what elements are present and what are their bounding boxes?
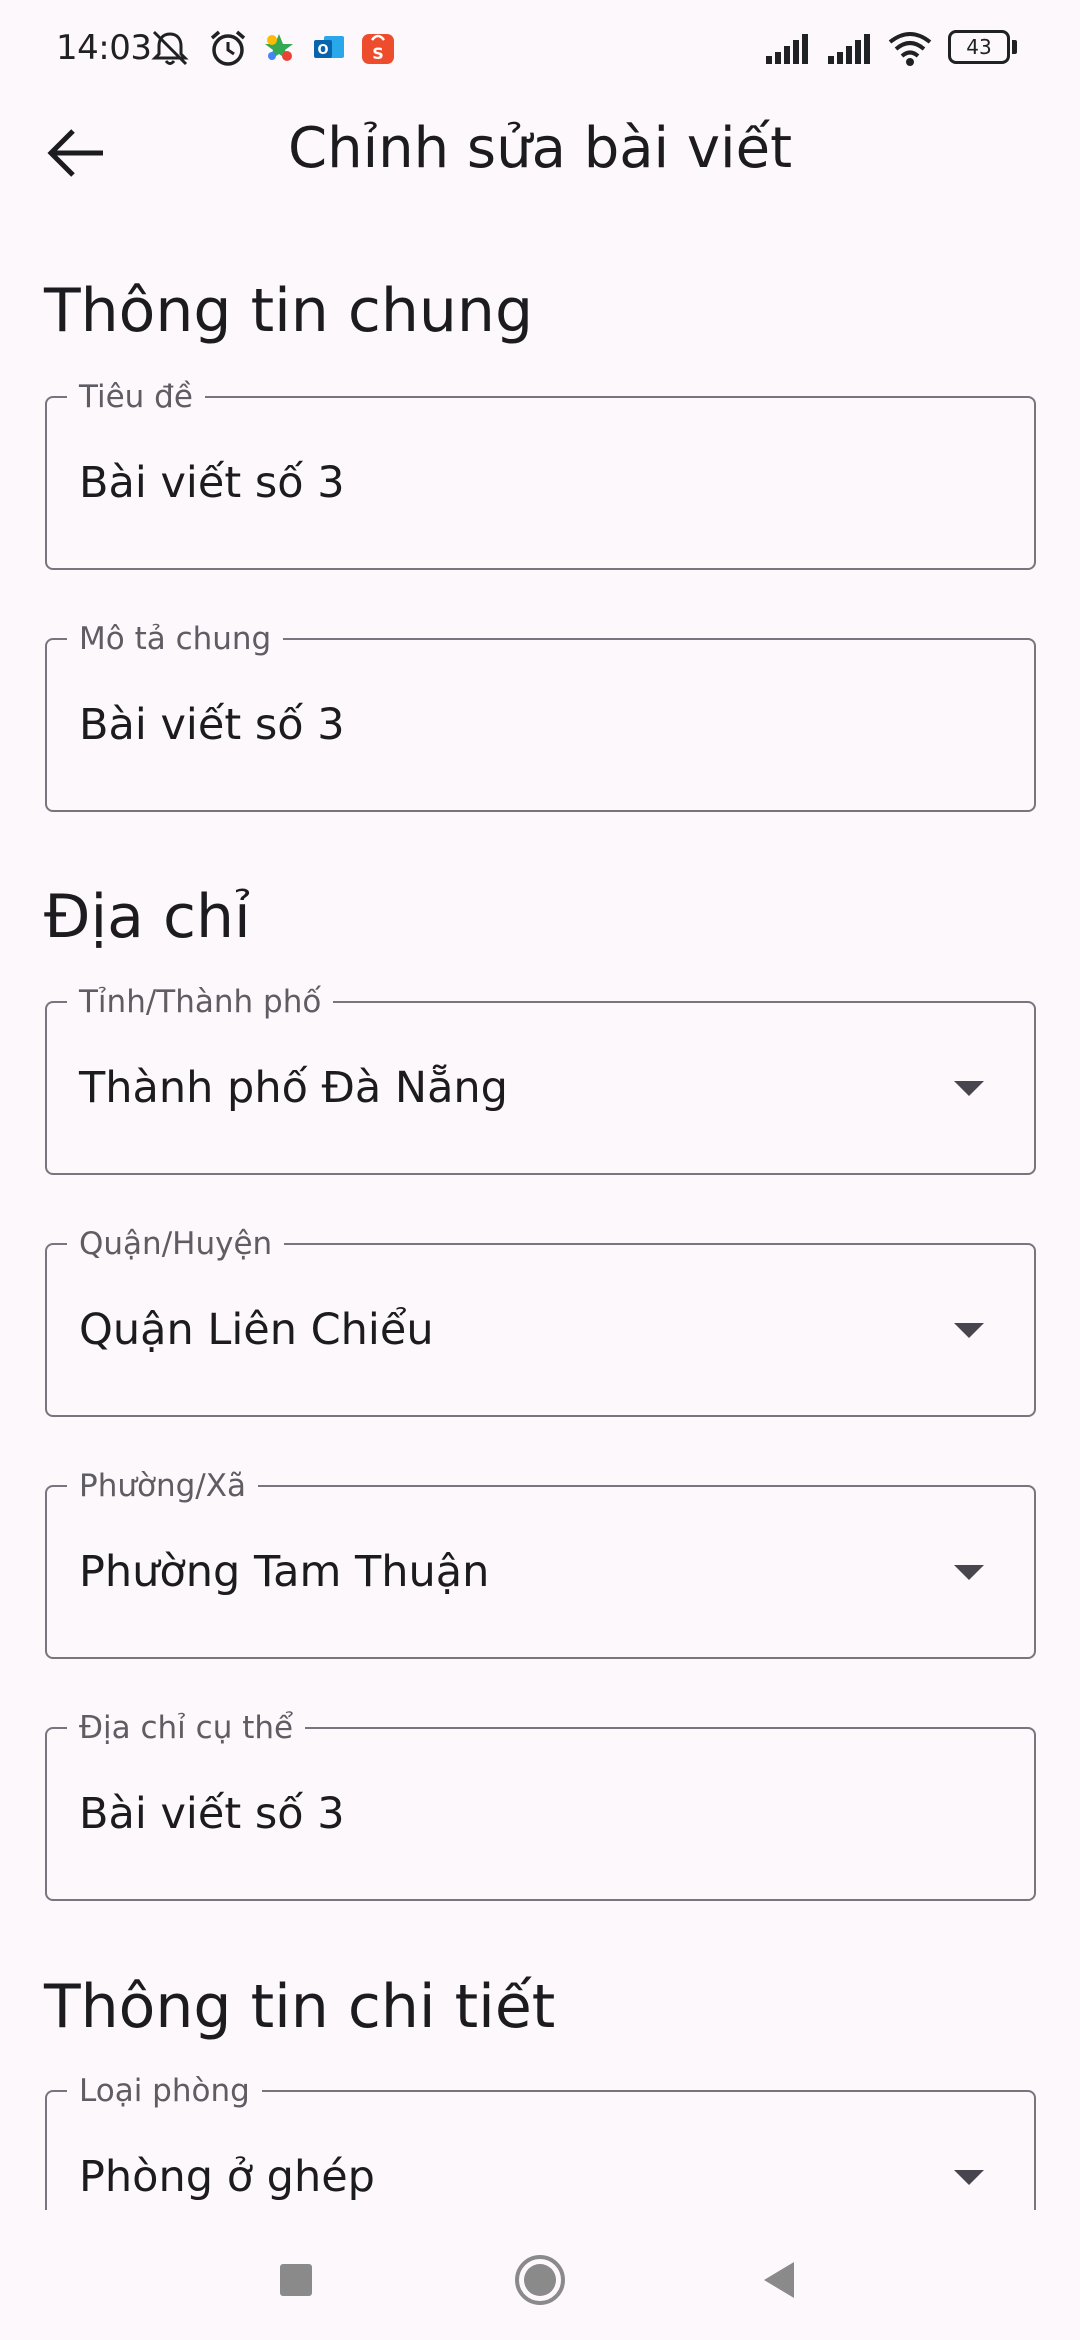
screen: 14:03 O S 43 Chỉnh sửa bài viết Thông ti…: [0, 0, 1080, 2340]
ward-dropdown-value: Phường Tam Thuận: [79, 1547, 490, 1597]
dropdown-arrow-icon[interactable]: [954, 1565, 984, 1580]
svg-text:O: O: [317, 43, 328, 58]
district-dropdown-value: Quận Liên Chiểu: [79, 1305, 434, 1355]
title-field[interactable]: Tiêu đề Bài viết số 3: [45, 378, 1036, 570]
title-field-value[interactable]: Bài viết số 3: [79, 458, 345, 508]
recents-button[interactable]: [256, 2240, 336, 2320]
district-dropdown-label: Quận/Huyện: [67, 1225, 285, 1263]
section-title-address: Địa chỉ: [44, 882, 251, 952]
app-notification-icon: [265, 34, 293, 61]
street-address-field-label: Địa chỉ cụ thể: [67, 1709, 306, 1747]
dropdown-arrow-icon[interactable]: [954, 2170, 984, 2185]
section-title-details: Thông tin chi tiết: [44, 1972, 556, 2042]
back-icon: [764, 2262, 794, 2298]
svg-text:S: S: [372, 44, 384, 63]
mute-icon: [151, 30, 189, 66]
home-button[interactable]: [500, 2240, 580, 2320]
signal-icon: [766, 34, 808, 64]
battery-level: 43: [966, 35, 992, 59]
room-type-dropdown-label: Loại phòng: [67, 2072, 262, 2110]
recents-icon: [280, 2264, 312, 2296]
edit-post-form: Thông tin chung Tiêu đề Bài viết số 3 Mô…: [0, 210, 1080, 2210]
outlook-icon: O: [314, 36, 344, 58]
home-icon: [515, 2255, 565, 2305]
dropdown-arrow-icon[interactable]: [954, 1081, 984, 1096]
description-field[interactable]: Mô tả chung Bài viết số 3: [45, 620, 1036, 812]
wifi-icon: [888, 32, 932, 66]
status-time: 14:03: [56, 28, 152, 68]
battery-icon: 43: [948, 30, 1018, 64]
room-type-dropdown[interactable]: Loại phòng Phòng ở ghép: [45, 2072, 1036, 2210]
app-bar: Chỉnh sửa bài viết: [0, 96, 1080, 208]
room-type-dropdown-value: Phòng ở ghép: [79, 2152, 375, 2202]
street-address-field-value[interactable]: Bài viết số 3: [79, 1789, 345, 1839]
back-nav-button[interactable]: [740, 2240, 820, 2320]
district-dropdown[interactable]: Quận/Huyện Quận Liên Chiểu: [45, 1225, 1036, 1417]
title-field-label: Tiêu đề: [67, 378, 205, 416]
alarm-icon: [210, 30, 246, 66]
province-dropdown-label: Tỉnh/Thành phố: [67, 983, 334, 1021]
ward-dropdown-label: Phường/Xã: [67, 1467, 258, 1505]
status-bar: 14:03 O S 43: [0, 0, 1080, 96]
system-nav-bar: [0, 2210, 1080, 2340]
section-title-general: Thông tin chung: [44, 276, 534, 346]
province-dropdown[interactable]: Tỉnh/Thành phố Thành phố Đà Nẵng: [45, 983, 1036, 1175]
shopee-icon: S: [362, 34, 394, 64]
description-field-value[interactable]: Bài viết số 3: [79, 700, 345, 750]
signal-icon: [828, 34, 870, 64]
dropdown-arrow-icon[interactable]: [954, 1323, 984, 1338]
page-title: Chỉnh sửa bài viết: [287, 116, 793, 181]
description-field-label: Mô tả chung: [67, 620, 284, 658]
ward-dropdown[interactable]: Phường/Xã Phường Tam Thuận: [45, 1467, 1036, 1659]
street-address-field[interactable]: Địa chỉ cụ thể Bài viết số 3: [45, 1709, 1036, 1901]
province-dropdown-value: Thành phố Đà Nẵng: [79, 1063, 508, 1113]
